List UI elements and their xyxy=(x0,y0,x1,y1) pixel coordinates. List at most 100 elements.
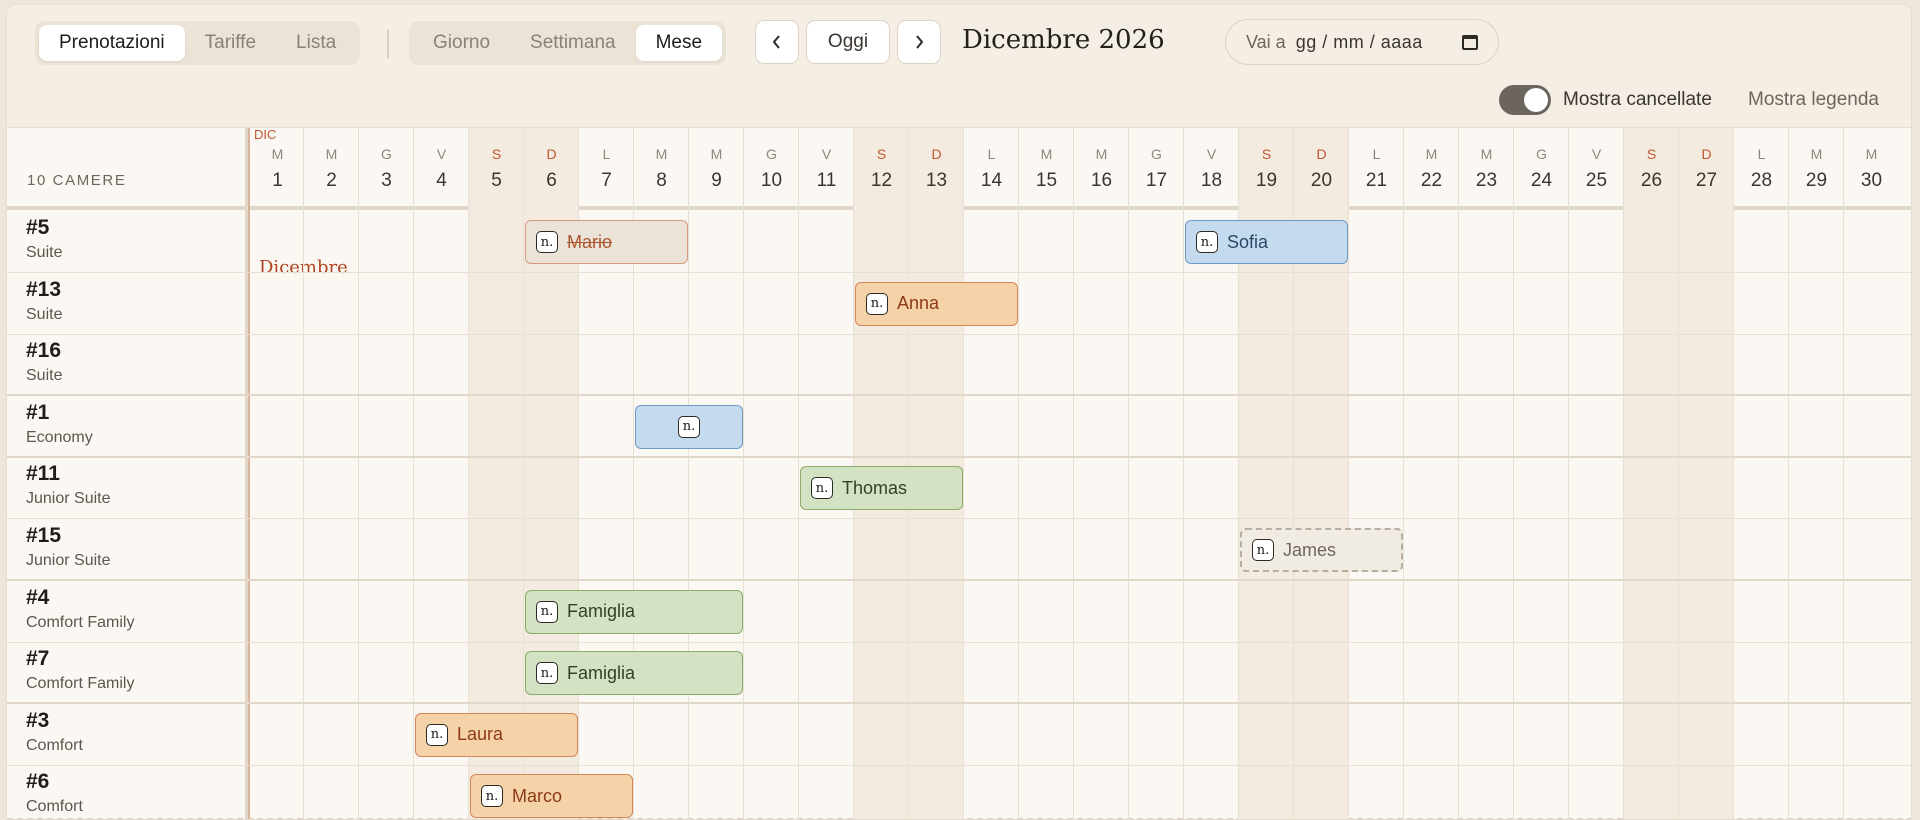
day-of-week-label: G xyxy=(766,146,777,162)
booking-block[interactable]: n. James xyxy=(1240,528,1403,572)
booking-block[interactable]: n. Famiglia xyxy=(525,651,743,696)
day-number-label[interactable]: 5 xyxy=(469,170,524,192)
day-number-label[interactable]: 7 xyxy=(579,170,634,192)
day-of-week-label: M xyxy=(710,146,723,162)
room-type: Suite xyxy=(26,367,63,385)
day-number-label[interactable]: 9 xyxy=(689,170,744,192)
day-number-label[interactable]: 25 xyxy=(1569,170,1624,192)
booking-guest-name: Mario xyxy=(567,231,613,252)
room-row[interactable]: #7 Comfort Family xyxy=(7,642,1911,705)
day-number-label[interactable]: 21 xyxy=(1349,170,1404,192)
note-icon: n. xyxy=(1196,231,1218,253)
room-row[interactable]: #15 Junior Suite xyxy=(7,519,1911,581)
room-row[interactable]: #4 Comfort Family xyxy=(7,581,1911,643)
booking-guest-name: Thomas xyxy=(842,477,908,498)
note-icon: n. xyxy=(866,292,888,315)
day-of-week-label: L xyxy=(1757,146,1766,162)
room-row[interactable]: #5 Suite xyxy=(7,211,1911,273)
booking-block[interactable]: n. Anna xyxy=(855,281,1018,326)
day-number-label[interactable]: 28 xyxy=(1734,170,1789,192)
room-number: #13 xyxy=(26,277,62,301)
day-number-label[interactable]: 1 xyxy=(250,170,305,192)
day-number-label[interactable]: 24 xyxy=(1514,170,1569,192)
tab-prenotazioni[interactable]: Prenotazioni xyxy=(39,25,185,61)
show-cancelled-label: Mostra cancellate xyxy=(1563,89,1712,110)
room-type: Junior Suite xyxy=(26,552,111,569)
calendar-icon[interactable] xyxy=(1462,34,1478,50)
booking-block[interactable]: n. Laura xyxy=(415,712,578,757)
day-number-label[interactable]: 22 xyxy=(1404,170,1459,192)
day-of-week-label: S xyxy=(1261,146,1272,162)
range-giorno[interactable]: Giorno xyxy=(413,25,510,61)
day-number-label[interactable]: 11 xyxy=(799,170,854,192)
day-number-label[interactable]: 19 xyxy=(1239,170,1294,192)
rooms-count: 10 CAMERE xyxy=(27,172,127,189)
day-of-week-label: S xyxy=(1646,146,1657,162)
tab-lista[interactable]: Lista xyxy=(276,25,356,61)
day-of-week-label: D xyxy=(1701,146,1712,162)
day-number-label[interactable]: 30 xyxy=(1844,170,1899,192)
room-type: Comfort xyxy=(26,736,83,754)
show-cancelled-toggle[interactable] xyxy=(1499,85,1551,115)
day-number-label[interactable]: 10 xyxy=(744,170,799,192)
room-number: #16 xyxy=(26,339,62,363)
day-number-label[interactable]: 12 xyxy=(854,170,909,192)
day-of-week-label: D xyxy=(546,146,557,162)
booking-block[interactable]: n. Marco xyxy=(470,774,633,819)
today-button[interactable]: Oggi xyxy=(806,20,890,64)
day-of-week-label: D xyxy=(1316,146,1327,162)
day-number-label[interactable]: 2 xyxy=(304,170,359,192)
day-number-label[interactable]: 3 xyxy=(359,170,414,192)
room-number: #6 xyxy=(26,770,50,794)
booking-guest-name: Famiglia xyxy=(567,601,636,622)
day-of-week-label: G xyxy=(381,146,392,162)
booking-guest-name: Laura xyxy=(457,724,504,745)
room-row[interactable]: #1 Economy xyxy=(7,396,1911,458)
day-of-week-label: D xyxy=(931,146,942,162)
booking-guest-name: Marco xyxy=(512,785,563,806)
day-of-week-label: G xyxy=(1151,146,1162,162)
day-number-label[interactable]: 14 xyxy=(964,170,1019,192)
goto-date-field[interactable]: Vai a gg / mm / aaaa xyxy=(1225,19,1499,65)
chevron-right-icon xyxy=(916,35,924,49)
day-number-label[interactable]: 8 xyxy=(634,170,689,192)
prev-month-button[interactable] xyxy=(755,20,799,64)
day-number-label[interactable]: 17 xyxy=(1129,170,1184,192)
room-row[interactable]: #6 Comfort xyxy=(7,765,1911,819)
day-of-week-label: V xyxy=(821,146,832,162)
range-switcher: Giorno Settimana Mese xyxy=(409,21,727,65)
booking-block[interactable]: n. Mario xyxy=(525,220,688,264)
goto-date-input[interactable]: gg / mm / aaaa xyxy=(1296,32,1423,53)
booking-block[interactable]: n. Sofia xyxy=(1185,220,1348,264)
tab-tariffe[interactable]: Tariffe xyxy=(185,25,276,61)
day-number-label[interactable]: 29 xyxy=(1789,170,1844,192)
room-type: Economy xyxy=(26,428,93,446)
room-row[interactable]: #16 Suite xyxy=(7,334,1911,397)
day-number-label[interactable]: 4 xyxy=(414,170,469,192)
booking-guest-name: Sofia xyxy=(1227,231,1269,252)
day-number-label[interactable]: 16 xyxy=(1074,170,1129,192)
day-number-label[interactable]: 23 xyxy=(1459,170,1514,192)
day-number-label[interactable]: 6 xyxy=(524,170,579,192)
next-month-button[interactable] xyxy=(897,20,941,64)
day-number-label[interactable]: 15 xyxy=(1019,170,1074,192)
day-of-week-label: M xyxy=(1865,146,1878,162)
room-type: Comfort Family xyxy=(26,675,135,693)
range-settimana[interactable]: Settimana xyxy=(510,25,636,61)
booking-block[interactable]: n. Thomas xyxy=(800,466,963,511)
booking-block[interactable]: n. xyxy=(635,404,743,449)
day-number-label[interactable]: 20 xyxy=(1294,170,1349,192)
show-legend-link[interactable]: Mostra legenda xyxy=(1748,89,1879,111)
range-mese[interactable]: Mese xyxy=(635,25,723,61)
day-number-label[interactable]: 13 xyxy=(909,170,964,192)
booking-block[interactable]: n. Famiglia xyxy=(525,589,743,634)
room-number: #7 xyxy=(26,647,50,671)
toggle-knob xyxy=(1524,88,1548,112)
note-icon: n. xyxy=(426,723,448,746)
day-number-label[interactable]: 18 xyxy=(1184,170,1239,192)
day-of-week-label: M xyxy=(1810,146,1823,162)
room-row[interactable]: #3 Comfort xyxy=(7,704,1911,766)
day-number-label[interactable]: 27 xyxy=(1679,170,1734,192)
note-icon: n. xyxy=(1252,539,1274,561)
day-number-label[interactable]: 26 xyxy=(1624,170,1679,192)
